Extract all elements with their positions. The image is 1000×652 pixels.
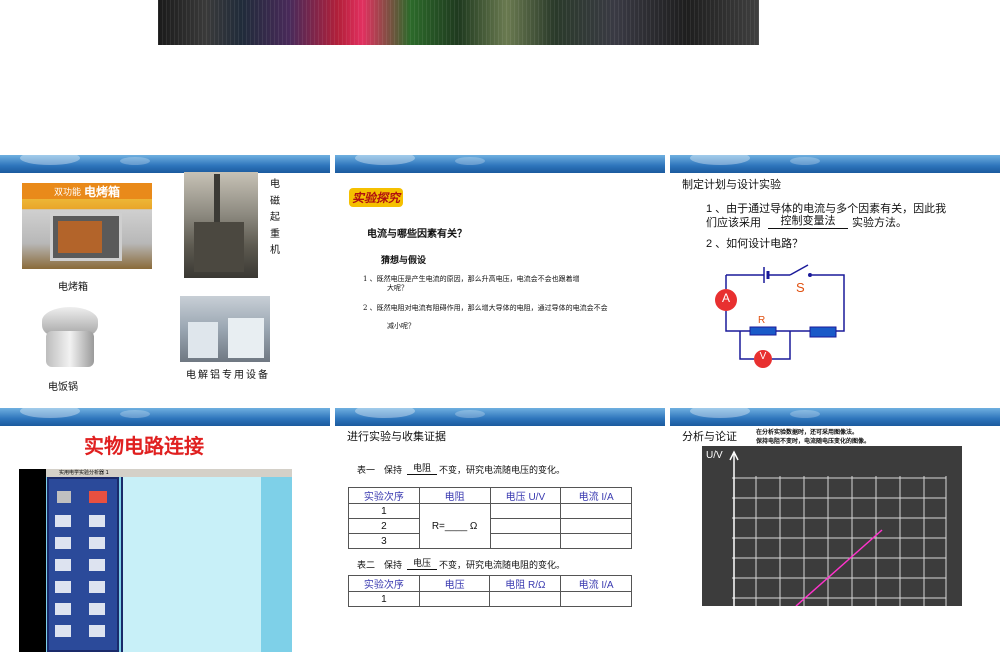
table-1-caption-suffix: 不变，研究电流随电压的变化。 — [439, 466, 566, 476]
slide-header-bar — [670, 155, 1000, 173]
resistor-label: R — [758, 315, 766, 326]
analysis-note-line-1: 在分析实验数据时，还可采用图像法。 — [756, 429, 859, 436]
graph-grid — [729, 450, 947, 606]
resistor-symbol — [749, 326, 777, 336]
method-line-2-prefix: 们应该采用 — [706, 217, 761, 229]
table-header: 实验次序 — [348, 487, 420, 504]
table-header: 实验次序 — [348, 575, 420, 592]
slide-2-thumbnail[interactable]: 实验探究 电流与哪些因素有关？ 猜想与假设 1 、既然电压是产生电流的原因，那么… — [335, 155, 665, 399]
table-1: 实验次序 电阻 电压 U/V 电流 I/A 1 R=____ Ω 2 3 — [348, 487, 632, 549]
table-cell — [489, 503, 562, 519]
slide-header-bar — [0, 155, 330, 173]
switch-label: S — [796, 280, 805, 295]
method-answer: 控制变量法 — [768, 212, 848, 229]
table-header: 电流 I/A — [560, 487, 632, 504]
table-cell — [560, 518, 632, 534]
circuit-diagram — [715, 264, 845, 368]
crane-photo — [184, 172, 258, 278]
experiment-logo: 实验探究 — [349, 188, 404, 207]
question-heading: 电流与哪些因素有关？ — [367, 229, 467, 240]
table-cell: 3 — [348, 533, 420, 549]
slide-6-title: 分析与论证 — [682, 431, 737, 443]
table-cell — [560, 533, 632, 549]
table-header: 电压 U/V — [489, 487, 562, 504]
simulator-title: 实用电学实验分析器 1 — [59, 470, 109, 476]
table-header: 电压 — [418, 575, 491, 592]
slide-header-bar — [670, 408, 1000, 426]
oven-caption: 电烤箱 — [58, 282, 88, 293]
hypothesis-2-line-2: 减小呢？ — [387, 322, 415, 330]
table-cell — [489, 533, 562, 549]
equipment-photo — [180, 296, 270, 362]
slide-3-thumbnail[interactable]: 制定计划与设计实验 1 、由于通过导体的电流与多个因素有关，因此我 们应该采用 … — [670, 155, 1000, 399]
ammeter-label: A — [721, 291, 730, 305]
table-cell — [560, 503, 632, 519]
table-cell — [418, 591, 491, 607]
slide-6-thumbnail[interactable]: 分析与论证 在分析实验数据时，还可采用图像法。 保持电阻不变时，电流随电压变化的… — [670, 408, 1000, 652]
simulator-screenshot: 实用电学实验分析器 1 — [19, 469, 292, 652]
voltmeter-label: V — [759, 351, 767, 362]
slide-4-thumbnail[interactable]: 实物电路连接 实用电学实验分析器 1 — [0, 408, 330, 652]
slide-header-bar — [335, 408, 665, 426]
table-cell — [489, 591, 562, 607]
hypothesis-heading: 猜想与假设 — [381, 256, 427, 266]
equipment-caption: 电解铝专用设备 — [186, 370, 270, 381]
slide-5-title: 进行实验与收集证据 — [347, 431, 446, 443]
table-cell — [489, 518, 562, 534]
rheostat-symbol — [809, 326, 837, 338]
table-cell — [560, 591, 632, 607]
circuit-question: 2 、如何设计电路？ — [706, 238, 804, 250]
slide-1-thumbnail[interactable]: 双功能 电烤箱 电烤箱 电磁起重机 电饭锅 电解铝专用设备 — [0, 155, 330, 399]
table-2-keep-value: 电压 — [407, 556, 437, 570]
component-palette — [47, 477, 119, 652]
top-banner-image — [158, 0, 759, 45]
slide-5-thumbnail[interactable]: 进行实验与收集证据 表一 保持 电阻 不变，研究电流随电压的变化。 实验次序 电… — [335, 408, 665, 652]
table-header: 电阻 R/Ω — [489, 575, 562, 592]
table-1-keep-value: 电阻 — [407, 461, 437, 475]
table-2-caption-suffix: 不变，研究电流随电阻的变化。 — [439, 561, 566, 571]
hypothesis-1-line-2: 大呢？ — [387, 284, 408, 292]
table-cell: 1 — [348, 591, 420, 607]
hypothesis-2-line-1: 2 、既然电阻对电流有阻碍作用，那么增大导体的电阻，通过导体的电流会不会 — [363, 304, 608, 312]
slide-3-title: 制定计划与设计实验 — [682, 179, 781, 191]
table-1-caption-prefix: 表一 保持 — [357, 466, 403, 476]
table-2-caption-prefix: 表二 保持 — [357, 561, 403, 571]
table-cell-resistance: R=____ Ω — [418, 503, 491, 549]
table-2: 实验次序 电压 电阻 R/Ω 电流 I/A 1 — [348, 575, 632, 607]
graph-panel: U/V — [702, 446, 962, 606]
oven-photo: 双功能 电烤箱 — [22, 183, 152, 269]
method-line-2-suffix: 实验方法。 — [852, 217, 907, 229]
graph-line — [795, 529, 883, 606]
slide-4-title: 实物电路连接 — [84, 434, 204, 458]
table-header: 电阻 — [418, 487, 491, 504]
rice-cooker-photo — [40, 303, 100, 373]
rice-cooker-caption: 电饭锅 — [48, 382, 78, 393]
table-cell: 2 — [348, 518, 420, 534]
crane-caption: 电磁起重机 — [270, 179, 280, 256]
table-cell: 1 — [348, 503, 420, 519]
slide-header-bar — [0, 408, 330, 426]
oven-brand-text: 双功能 — [54, 188, 82, 198]
slide-header-bar — [335, 155, 665, 173]
analysis-note-line-2: 保持电阻不变时，电流随电压变化的图像。 — [756, 438, 871, 445]
table-header: 电流 I/A — [560, 575, 632, 592]
oven-name-text: 电烤箱 — [84, 185, 121, 199]
